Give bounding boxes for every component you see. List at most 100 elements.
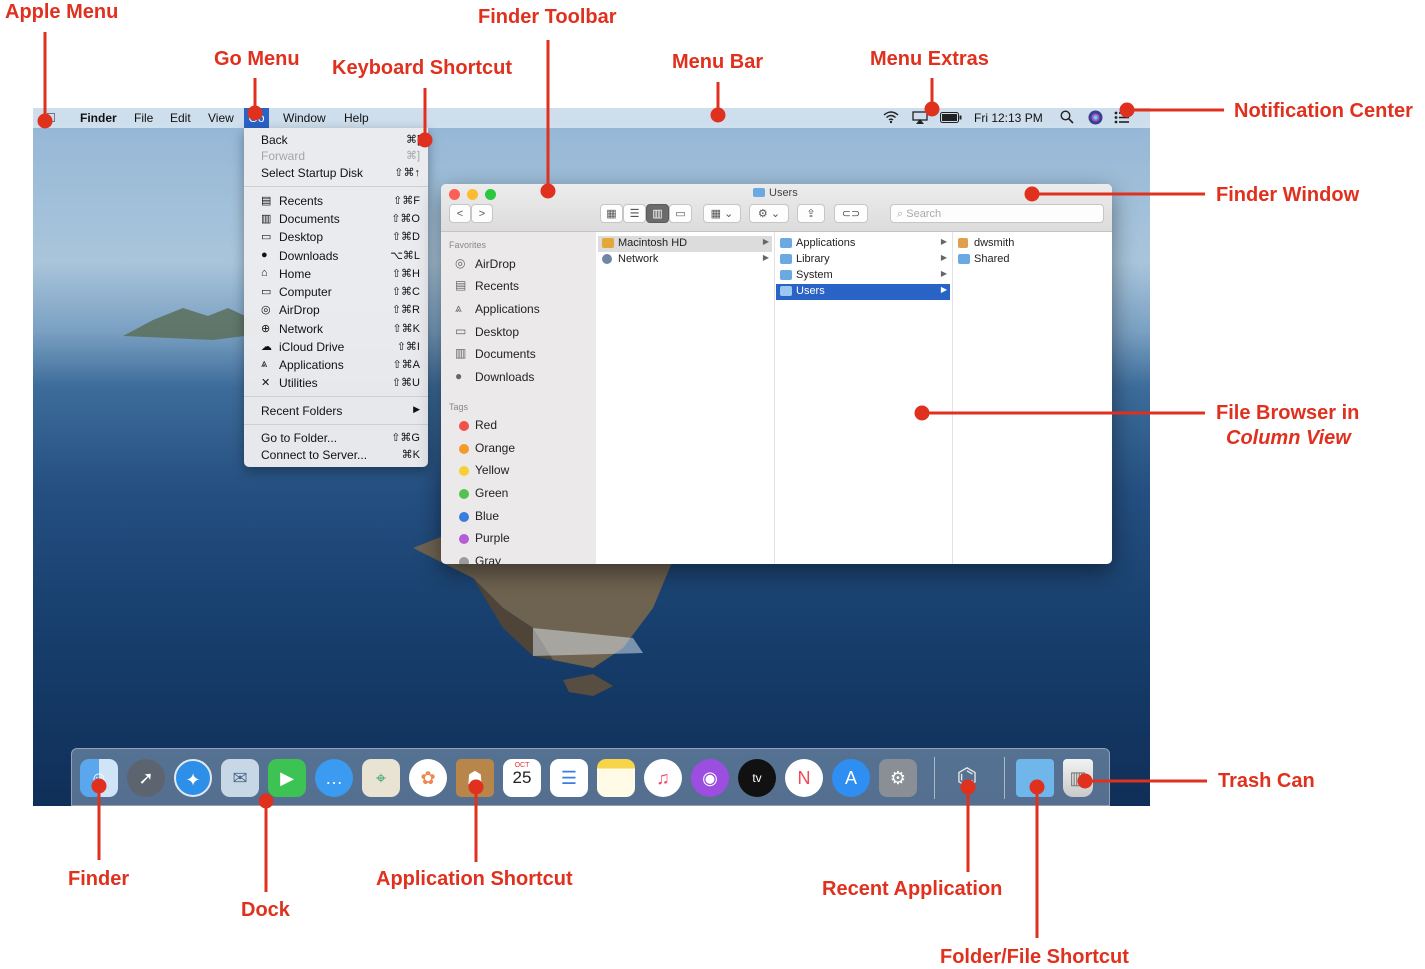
photos-icon[interactable]: ✿ xyxy=(409,759,447,797)
tag-icon[interactable]: ⊂⊃ xyxy=(834,204,868,223)
notes-icon[interactable] xyxy=(597,759,635,797)
launchpad-icon[interactable]: ➚ xyxy=(127,759,165,797)
chevron-right-icon: ▶ xyxy=(940,253,947,262)
go-menu-item-recents[interactable]: ▤ Recents ⇧⌘F xyxy=(244,193,428,210)
column-row-library[interactable]: Library ▶ xyxy=(776,252,950,268)
news-icon[interactable]: N xyxy=(785,759,823,797)
zoom-button[interactable] xyxy=(485,189,496,200)
siri-icon[interactable] xyxy=(1088,110,1103,128)
minimize-button[interactable] xyxy=(467,189,478,200)
go-menu-item-home[interactable]: ⌂ Home ⇧⌘H xyxy=(244,266,428,283)
go-menu-item-applications[interactable]: ⩓ Applications ⇧⌘A xyxy=(244,357,428,374)
network-icon xyxy=(602,254,612,264)
share-icon[interactable]: ⇪ xyxy=(797,204,825,223)
airplay-icon[interactable] xyxy=(912,111,928,127)
dock-divider xyxy=(934,757,935,799)
messages-icon[interactable]: … xyxy=(315,759,353,797)
apple-tv-icon[interactable]: tv xyxy=(738,759,776,797)
gallery-view-button[interactable]: ▭ xyxy=(669,204,692,223)
go-menu-item-downloads[interactable]: ● Downloads ⌥⌘L xyxy=(244,248,428,265)
go-menu-dropdown: Back ⌘[ Forward ⌘] Select Startup Disk ⇧⌘↑ … xyxy=(244,128,428,467)
finder-toolbar: Users < > ▦ ☰ ▥ ▭ ▦ ⌄ ⚙ ⌄ ⇪ ⊂⊃ ⌕ Search xyxy=(441,184,1112,232)
column-row-label: Network xyxy=(618,253,659,265)
apple-menu-icon[interactable]:  xyxy=(46,110,56,125)
folder-shortcut-icon[interactable] xyxy=(1016,759,1054,797)
notification-center-icon[interactable] xyxy=(1114,111,1130,127)
keyboard-shortcut: ⇧⌘H xyxy=(391,268,420,280)
menu-window[interactable]: Window xyxy=(283,111,326,125)
podcasts-icon[interactable]: ◉ xyxy=(691,759,729,797)
downloads-icon: ● xyxy=(261,249,268,261)
favorites-header: Favorites xyxy=(449,240,487,250)
facetime-icon[interactable]: ▶ xyxy=(268,759,306,797)
go-menu-item-desktop[interactable]: ▭ Desktop ⇧⌘D xyxy=(244,229,428,246)
maps-icon[interactable]: ⌖ xyxy=(362,759,400,797)
icloud-icon: ☁ xyxy=(261,341,272,353)
tag-dot xyxy=(459,466,469,476)
go-menu-item-network[interactable]: ⊕ Network ⇧⌘K xyxy=(244,321,428,338)
keyboard-shortcut: ⇧⌘U xyxy=(391,377,420,389)
mail-icon[interactable]: ✉ xyxy=(221,759,259,797)
system-preferences-icon[interactable]: ⚙ xyxy=(879,759,917,797)
group-button[interactable]: ▦ ⌄ xyxy=(703,204,741,223)
finder-icon[interactable]: ☺ xyxy=(80,759,118,797)
column-row-label: Library xyxy=(796,253,830,265)
go-menu-item-documents[interactable]: ▥ Documents ⇧⌘O xyxy=(244,211,428,228)
close-button[interactable] xyxy=(449,189,460,200)
go-menu-item-airdrop[interactable]: ◎ AirDrop ⇧⌘R xyxy=(244,302,428,319)
recent-application-icon[interactable]: ⌬ xyxy=(948,759,986,797)
menu-edit[interactable]: Edit xyxy=(170,111,191,125)
calendar-icon[interactable]: OCT 25 xyxy=(503,759,541,797)
safari-icon[interactable]: ✦ xyxy=(174,759,212,797)
tag-dot xyxy=(459,534,469,544)
tag-dot xyxy=(459,421,469,431)
go-menu-item-icloud-drive[interactable]: ☁ iCloud Drive ⇧⌘I xyxy=(244,339,428,356)
menu-help[interactable]: Help xyxy=(344,111,369,125)
menu-file[interactable]: File xyxy=(134,111,153,125)
search-input[interactable]: ⌕ Search xyxy=(890,204,1104,223)
reminders-icon[interactable]: ☰ xyxy=(550,759,588,797)
trash-can-icon[interactable]: ▥ xyxy=(1063,759,1093,797)
applications-icon: ⩓ xyxy=(455,301,462,315)
back-button[interactable]: < xyxy=(449,204,471,223)
forward-button[interactable]: > xyxy=(471,204,493,223)
keyboard-shortcut: ⇧⌘R xyxy=(391,304,420,316)
home-icon: ⌂ xyxy=(261,267,268,279)
column-row-network[interactable]: Network ▶ xyxy=(598,252,772,268)
contacts-icon[interactable]: ☗ xyxy=(456,759,494,797)
go-menu-item-startup-disk[interactable]: Select Startup Disk ⇧⌘↑ xyxy=(244,165,428,182)
column-row-system[interactable]: System ▶ xyxy=(776,268,950,284)
keyboard-shortcut: ⇧⌘F xyxy=(393,195,420,207)
list-view-button[interactable]: ☰ xyxy=(623,204,646,223)
column-row-users[interactable]: Users ▶ xyxy=(776,284,950,300)
menu-clock[interactable]: Fri 12:13 PM xyxy=(974,111,1043,125)
search-icon: ⌕ xyxy=(897,208,904,220)
menu-view[interactable]: View xyxy=(208,111,234,125)
menu-go[interactable]: Go xyxy=(244,108,269,128)
go-menu-item-recent-folders[interactable]: Recent Folders ▶ xyxy=(244,403,428,420)
file-browser-column-1: Macintosh HD ▶ Network ▶ xyxy=(596,232,775,564)
go-menu-item-go-to-folder[interactable]: Go to Folder... ⇧⌘G xyxy=(244,430,428,447)
go-menu-item-utilities[interactable]: ✕ Utilities ⇧⌘U xyxy=(244,375,428,392)
folder-icon xyxy=(753,188,765,197)
app-store-icon[interactable]: A xyxy=(832,759,870,797)
callout-file-browser: File Browser in xyxy=(1216,402,1360,424)
go-menu-item-computer[interactable]: ▭ Computer ⇧⌘C xyxy=(244,284,428,301)
recents-icon: ▤ xyxy=(261,195,272,207)
column-row-dwsmith[interactable]: dwsmith xyxy=(954,236,1110,252)
column-row-macintosh-hd[interactable]: Macintosh HD ▶ xyxy=(598,236,772,252)
battery-icon[interactable] xyxy=(940,112,962,126)
wifi-icon[interactable] xyxy=(883,110,899,127)
icon-view-button[interactable]: ▦ xyxy=(600,204,623,223)
keyboard-shortcut: ⇧⌘G xyxy=(391,432,420,444)
column-view-button[interactable]: ▥ xyxy=(646,204,669,223)
music-icon[interactable]: ♫ xyxy=(644,759,682,797)
column-row-applications[interactable]: Applications ▶ xyxy=(776,236,950,252)
menu-app-name[interactable]: Finder xyxy=(80,111,117,125)
action-gear-icon[interactable]: ⚙ ⌄ xyxy=(749,204,789,223)
go-menu-item-back[interactable]: Back ⌘[ xyxy=(244,132,428,149)
go-menu-item-connect-to-server[interactable]: Connect to Server... ⌘K xyxy=(244,447,428,464)
column-row-shared[interactable]: Shared xyxy=(954,252,1110,268)
spotlight-search-icon[interactable] xyxy=(1060,110,1074,127)
callout-keyboard-shortcut: Keyboard Shortcut xyxy=(332,57,513,79)
